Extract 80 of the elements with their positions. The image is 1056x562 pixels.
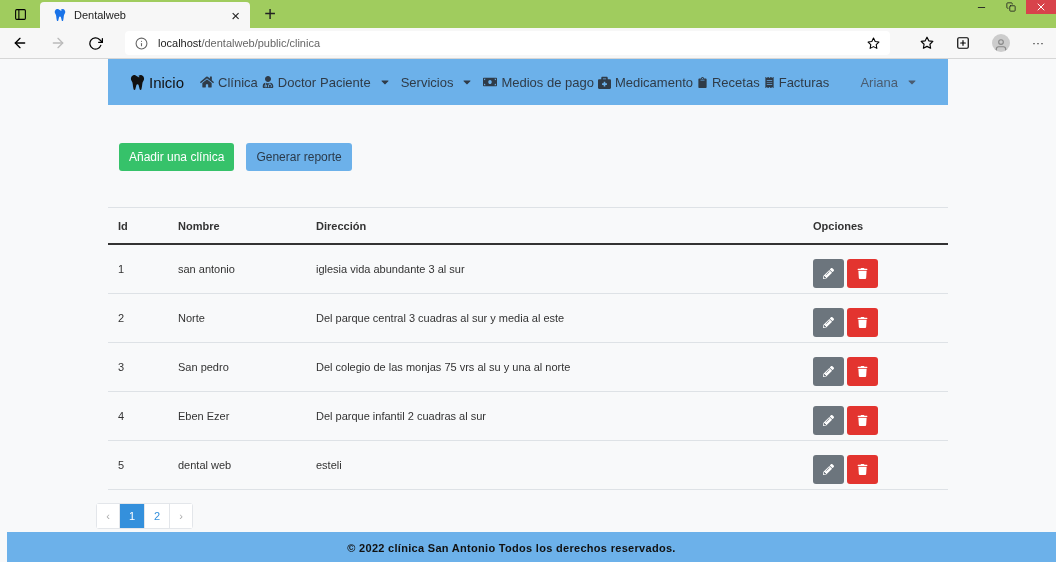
nav-link[interactable]: Doctor bbox=[261, 74, 317, 90]
browser-tab[interactable]: Dentalweb × bbox=[40, 2, 250, 28]
edit-button[interactable] bbox=[813, 259, 844, 288]
doctor-icon bbox=[261, 76, 274, 88]
edit-button[interactable] bbox=[813, 308, 844, 337]
trash-icon bbox=[857, 366, 868, 377]
action-button[interactable]: Generar reporte bbox=[246, 143, 352, 171]
close-icon bbox=[1035, 1, 1047, 13]
trash-icon bbox=[857, 415, 868, 426]
user-menu[interactable]: Ariana bbox=[860, 74, 918, 90]
table-cell: 4 bbox=[118, 410, 125, 422]
tab-title: Dentalweb bbox=[74, 9, 127, 21]
table-cell: dental web bbox=[178, 459, 232, 471]
trash-icon bbox=[857, 317, 868, 328]
nav-link[interactable]: Medicamento bbox=[597, 74, 693, 90]
banknote-icon bbox=[483, 75, 498, 89]
nav-link[interactable]: Servicios bbox=[400, 74, 474, 90]
medical-kit-icon bbox=[597, 75, 611, 89]
edit-button[interactable] bbox=[813, 357, 844, 386]
delete-button[interactable] bbox=[847, 259, 878, 288]
table-cell: Del parque infantil 2 cuadras al sur bbox=[316, 410, 486, 422]
pencil-icon bbox=[823, 366, 834, 377]
url-path: /dentalweb/public/clinica bbox=[201, 37, 321, 49]
nav-link[interactable]: Paciente bbox=[320, 74, 391, 90]
nav-link[interactable]: Recetas bbox=[697, 74, 760, 90]
table-cell: 1 bbox=[118, 263, 125, 275]
house-icon bbox=[200, 75, 215, 89]
table-cell: Del parque central 3 cuadras al sur y media al este bbox=[316, 312, 565, 324]
star-icon[interactable] bbox=[867, 36, 880, 50]
back-icon[interactable] bbox=[12, 35, 28, 51]
table-cell: san antonio bbox=[178, 263, 235, 275]
page-link[interactable]: 1 bbox=[120, 504, 145, 528]
avatar-icon[interactable] bbox=[992, 34, 1010, 52]
nav-link[interactable]: Inicio bbox=[130, 73, 185, 91]
delete-button[interactable] bbox=[847, 455, 878, 484]
pencil-icon bbox=[823, 268, 834, 279]
table-cell: Norte bbox=[178, 312, 205, 324]
favorites-icon[interactable] bbox=[920, 36, 934, 50]
trash-icon bbox=[857, 268, 868, 279]
close-button[interactable] bbox=[1026, 0, 1056, 14]
table-cell: 5 bbox=[118, 459, 125, 471]
page-link[interactable]: 2 bbox=[145, 504, 170, 528]
table-cell: iglesia vida abundante 3 al sur bbox=[316, 263, 465, 275]
column-header: Id bbox=[118, 219, 128, 232]
delete-button[interactable] bbox=[847, 357, 878, 386]
table-cell: esteli bbox=[316, 459, 342, 471]
edit-button[interactable] bbox=[813, 406, 844, 435]
address-bar[interactable]: localhost/dentalweb/public/clinica bbox=[125, 31, 890, 55]
more-icon[interactable]: ··· bbox=[1032, 37, 1044, 49]
copyright-text: © 2022 clínica San Antonio Todos los derechos reservados. bbox=[347, 541, 677, 554]
new-tab-button[interactable]: + bbox=[264, 4, 276, 24]
delete-button[interactable] bbox=[847, 308, 878, 337]
clipboard-icon bbox=[697, 76, 708, 88]
collections-icon[interactable] bbox=[956, 36, 970, 50]
delete-button[interactable] bbox=[847, 406, 878, 435]
nav-link[interactable]: Medios de pago bbox=[483, 74, 594, 90]
edit-button[interactable] bbox=[813, 455, 844, 484]
close-icon[interactable]: × bbox=[231, 7, 240, 23]
pencil-icon bbox=[823, 464, 834, 475]
tooth-icon bbox=[130, 74, 145, 90]
table-cell: San pedro bbox=[178, 361, 229, 373]
column-header: Opciones bbox=[813, 219, 864, 232]
sidebar-icon[interactable] bbox=[13, 7, 27, 21]
nav-link[interactable]: Facturas bbox=[763, 74, 830, 90]
trash-icon bbox=[857, 464, 868, 475]
info-icon bbox=[135, 36, 148, 50]
receipt-icon bbox=[763, 76, 775, 88]
restore-icon bbox=[1006, 2, 1016, 12]
table-cell: Eben Ezer bbox=[178, 410, 230, 422]
pencil-icon bbox=[823, 415, 834, 426]
reload-icon[interactable] bbox=[88, 35, 103, 51]
url-host: localhost bbox=[158, 37, 202, 49]
table-cell: 3 bbox=[118, 361, 125, 373]
column-header: Nombre bbox=[178, 219, 220, 232]
pencil-icon bbox=[823, 317, 834, 328]
table-cell: 2 bbox=[118, 312, 125, 324]
column-header: Dirección bbox=[316, 219, 367, 232]
tooth-icon bbox=[54, 9, 66, 21]
table-cell: Del colegio de las monjas 75 vrs al su y una al norte bbox=[316, 361, 571, 373]
nav-link[interactable]: Clínica bbox=[200, 74, 258, 90]
